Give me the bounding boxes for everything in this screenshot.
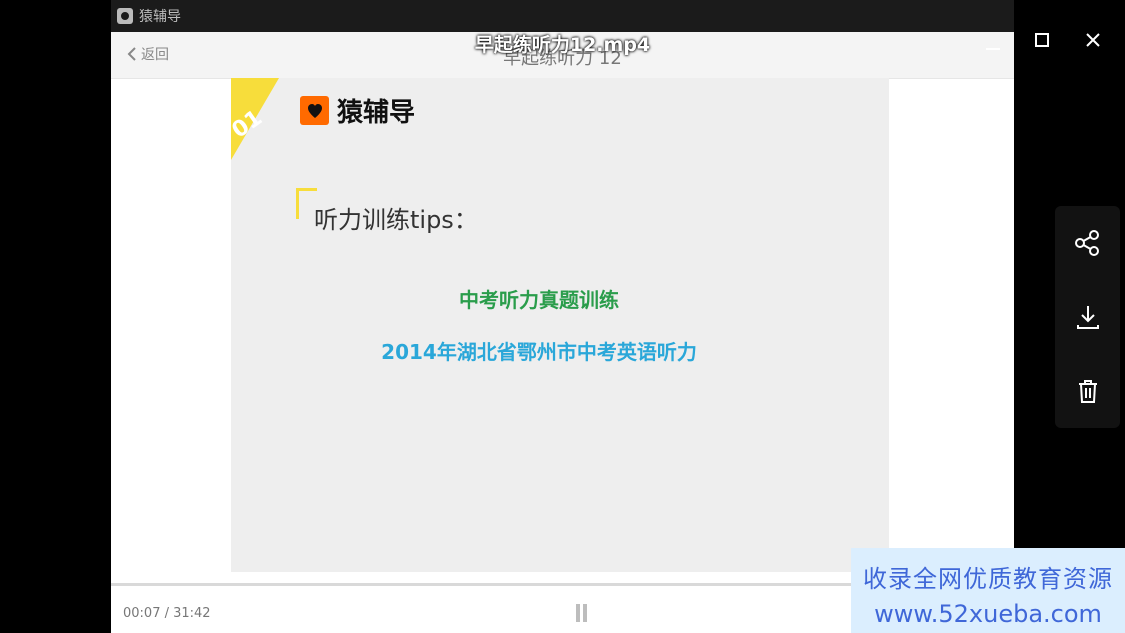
pause-icon [576, 604, 580, 622]
watermark-line-2: www.52xueba.com [874, 600, 1102, 628]
close-icon [1086, 33, 1100, 47]
slide-line-2: 2014年湖北省鄂州市中考英语听力 [381, 340, 697, 364]
minimize-button[interactable] [975, 26, 1011, 62]
maximize-icon [1035, 33, 1049, 47]
viewer-title: 早起练听力12.mp4 [474, 34, 651, 56]
watermark-line-1: 收录全网优质教育资源 [863, 565, 1113, 593]
playback-time: 00:07 / 31:42 [123, 606, 211, 621]
slide-line-1: 中考听力真题训练 [459, 288, 619, 312]
close-button[interactable] [1075, 22, 1111, 58]
watermark: 收录全网优质教育资源 www.52xueba.com [851, 548, 1125, 633]
share-icon [1074, 230, 1099, 256]
download-button[interactable] [1068, 297, 1108, 337]
app-name: 猿辅导 [139, 9, 181, 25]
minimize-icon [986, 48, 1000, 50]
progress-bar[interactable] [111, 583, 851, 586]
maximize-button[interactable] [1024, 22, 1060, 58]
share-button[interactable] [1068, 223, 1108, 263]
side-action-panel [1055, 206, 1120, 428]
trash-icon [1078, 380, 1097, 403]
brand-logo-icon [300, 96, 329, 125]
app-title-bar: 猿辅导 [111, 0, 1014, 32]
delete-button[interactable] [1068, 371, 1108, 411]
app-logo-icon [117, 8, 133, 24]
slide-brand: 猿辅导 [300, 92, 415, 129]
tips-title: 听力训练tips： [314, 206, 478, 234]
pause-button[interactable] [576, 604, 588, 622]
video-frame[interactable] [231, 78, 889, 572]
brand-name: 猿辅导 [337, 98, 416, 128]
download-icon [1076, 306, 1099, 329]
